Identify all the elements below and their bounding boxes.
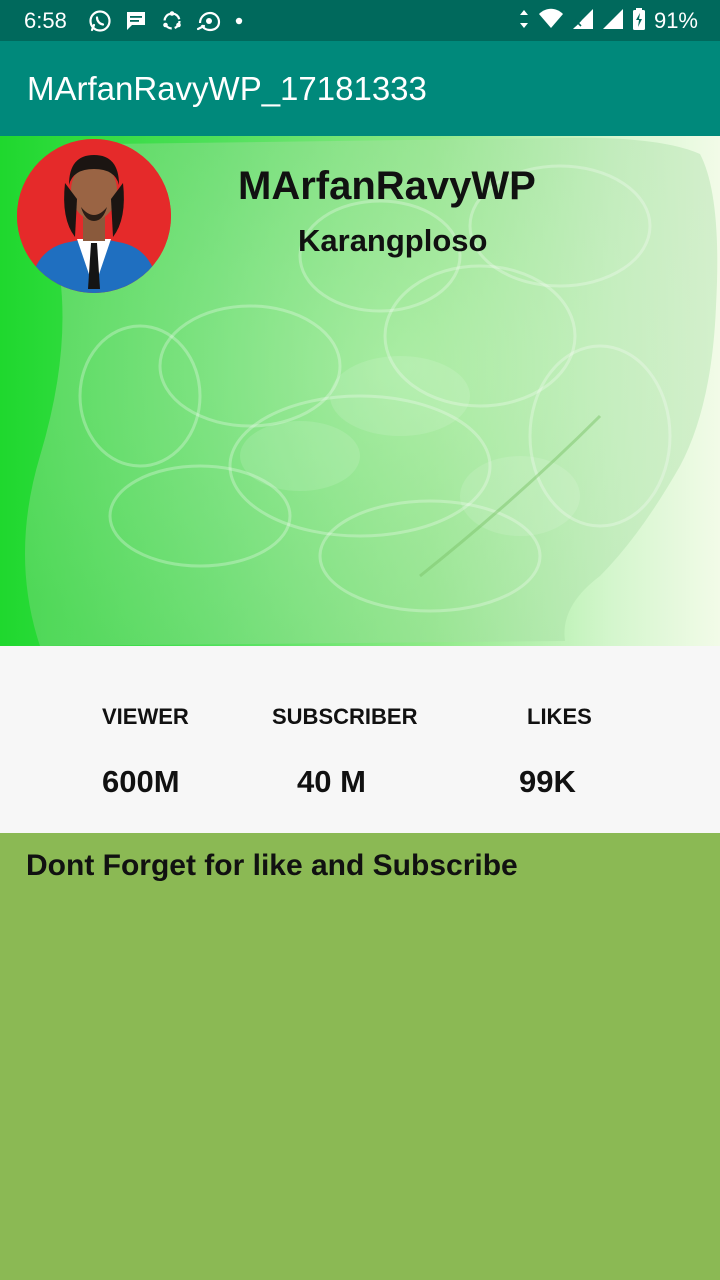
profile-name: MArfanRavyWP: [238, 164, 536, 208]
screen: 6:58 91% MArfanRavyWP_17181333 MArfanRav…: [0, 0, 720, 1280]
battery-percent: 91%: [653, 8, 698, 33]
viewer-label: VIEWER: [102, 704, 189, 729]
sync-icon: [160, 9, 184, 33]
app-bar: MArfanRavyWP_17181333: [0, 41, 720, 136]
profile-header: MArfanRavyWP Karangploso: [0, 136, 720, 646]
message-icon: [124, 9, 148, 33]
data-arrows-icon: [518, 7, 530, 36]
stats-panel: VIEWER SUBSCRIBER LIKES 600M 40 M 99K: [0, 646, 720, 833]
system-icons: 91%: [518, 7, 698, 36]
battery-charging-icon: [632, 7, 646, 36]
likes-count: 99K: [519, 764, 576, 799]
app-title: MArfanRavyWP_17181333: [27, 70, 427, 107]
likes-label: LIKES: [527, 704, 592, 729]
browser-icon: [196, 9, 222, 33]
signal-icon: [572, 7, 594, 36]
whatsapp-icon: [88, 9, 112, 33]
status-bar: 6:58 91%: [0, 0, 720, 41]
signal-icon: [602, 7, 624, 36]
avatar[interactable]: [17, 139, 171, 293]
status-time: 6:58: [24, 8, 67, 33]
wifi-icon: [538, 7, 564, 36]
viewer-count: 600M: [102, 764, 180, 799]
avatar-photo: [17, 139, 171, 293]
footer-message: Dont Forget for like and Subscribe: [26, 849, 518, 882]
dot-icon: [234, 9, 244, 33]
subscriber-label: SUBSCRIBER: [272, 704, 418, 729]
profile-location: Karangploso: [298, 223, 488, 258]
subscriber-count: 40 M: [297, 764, 366, 799]
notification-icons: [88, 8, 244, 34]
